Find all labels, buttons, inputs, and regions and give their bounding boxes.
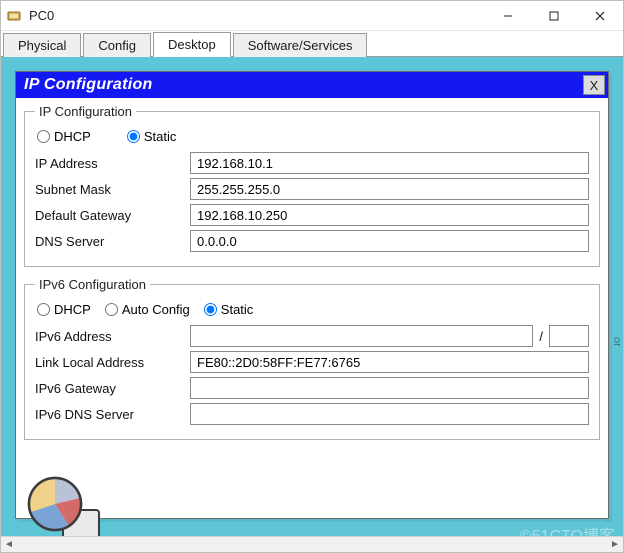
- ipv6-prefix-input[interactable]: [549, 325, 589, 347]
- ip-config-titlebar: IP Configuration X: [16, 72, 608, 98]
- minimize-button[interactable]: [485, 1, 531, 30]
- link-local-row: Link Local Address: [35, 351, 589, 373]
- ipv4-static-label: Static: [144, 129, 177, 144]
- close-button[interactable]: [577, 1, 623, 30]
- ipv4-static-radio[interactable]: [127, 130, 140, 143]
- app-window: PC0 Physical Config Desktop Software/Ser…: [0, 0, 624, 553]
- right-edge-text: or: [611, 337, 623, 377]
- ipv6-static-label: Static: [221, 302, 254, 317]
- ipv6-dhcp-radio[interactable]: [37, 303, 50, 316]
- subnet-mask-input[interactable]: [190, 178, 589, 200]
- default-gateway-input[interactable]: [190, 204, 589, 226]
- desktop-area: IP Configuration X IP Configuration DHCP: [1, 57, 623, 552]
- default-gateway-row: Default Gateway: [35, 204, 589, 226]
- ipv6-auto-radio[interactable]: [105, 303, 118, 316]
- ipv6-dns-row: IPv6 DNS Server: [35, 403, 589, 425]
- ipv6-address-row: IPv6 Address /: [35, 325, 589, 347]
- ipv6-gateway-label: IPv6 Gateway: [35, 381, 190, 396]
- tab-physical[interactable]: Physical: [3, 33, 81, 57]
- ipv6-auto-option[interactable]: Auto Config: [105, 302, 190, 317]
- window-title: PC0: [29, 8, 485, 23]
- scroll-left-arrow[interactable]: ◄: [1, 537, 17, 553]
- subnet-mask-label: Subnet Mask: [35, 182, 190, 197]
- ipv4-legend: IP Configuration: [35, 104, 136, 119]
- horizontal-scrollbar[interactable]: ◄ ►: [1, 536, 623, 552]
- dns-server-label: DNS Server: [35, 234, 190, 249]
- window-buttons: [485, 1, 623, 30]
- ipv6-dns-input[interactable]: [190, 403, 589, 425]
- scroll-right-arrow[interactable]: ►: [607, 537, 623, 553]
- ipv4-radio-row: DHCP Static: [35, 129, 589, 144]
- ipv4-static-option[interactable]: Static: [127, 129, 177, 144]
- ip-address-input[interactable]: [190, 152, 589, 174]
- tab-config[interactable]: Config: [83, 33, 151, 57]
- ipv6-radio-row: DHCP Auto Config Static: [35, 302, 589, 317]
- ipv6-prefix-slash: /: [533, 329, 549, 344]
- ipv6-auto-label: Auto Config: [122, 302, 190, 317]
- ipv4-dhcp-radio[interactable]: [37, 130, 50, 143]
- ip-config-title: IP Configuration: [24, 76, 583, 94]
- link-local-label: Link Local Address: [35, 355, 190, 370]
- ipv6-gateway-input[interactable]: [190, 377, 589, 399]
- ipv6-dns-label: IPv6 DNS Server: [35, 407, 190, 422]
- ipv6-group: IPv6 Configuration DHCP Auto Config: [24, 277, 600, 440]
- maximize-button[interactable]: [531, 1, 577, 30]
- ip-config-window: IP Configuration X IP Configuration DHCP: [15, 71, 609, 519]
- ipv6-static-radio[interactable]: [204, 303, 217, 316]
- ip-address-row: IP Address: [35, 152, 589, 174]
- ipv6-dhcp-label: DHCP: [54, 302, 91, 317]
- ip-config-close-button[interactable]: X: [583, 75, 605, 95]
- ipv6-static-option[interactable]: Static: [204, 302, 254, 317]
- dns-server-row: DNS Server: [35, 230, 589, 252]
- titlebar: PC0: [1, 1, 623, 31]
- dns-server-input[interactable]: [190, 230, 589, 252]
- ipv6-legend: IPv6 Configuration: [35, 277, 150, 292]
- default-gateway-label: Default Gateway: [35, 208, 190, 223]
- tab-software-services[interactable]: Software/Services: [233, 33, 368, 57]
- tab-desktop[interactable]: Desktop: [153, 32, 231, 57]
- app-icon: [7, 9, 23, 23]
- ipv6-address-label: IPv6 Address: [35, 329, 190, 344]
- ipv6-address-input[interactable]: [190, 325, 533, 347]
- ipv4-group: IP Configuration DHCP Static IP Address: [24, 104, 600, 267]
- link-local-input[interactable]: [190, 351, 589, 373]
- ipv6-gateway-row: IPv6 Gateway: [35, 377, 589, 399]
- ipv6-dhcp-option[interactable]: DHCP: [37, 302, 91, 317]
- ipv4-dhcp-option[interactable]: DHCP: [37, 129, 91, 144]
- subnet-mask-row: Subnet Mask: [35, 178, 589, 200]
- tab-strip: Physical Config Desktop Software/Service…: [1, 31, 623, 57]
- ipv4-dhcp-label: DHCP: [54, 129, 91, 144]
- ip-config-body: IP Configuration DHCP Static IP Address: [16, 98, 608, 518]
- ip-address-label: IP Address: [35, 156, 190, 171]
